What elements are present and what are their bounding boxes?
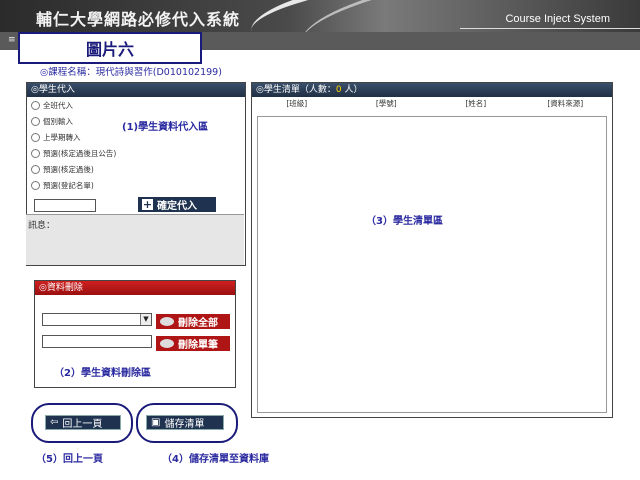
radio-button[interactable] <box>31 116 40 126</box>
delete-select[interactable]: ▼ <box>42 313 152 326</box>
delete-panel-title: ◎資料刪除 <box>35 281 235 295</box>
radio-button[interactable] <box>31 100 40 110</box>
app-title-en: Course Inject System <box>505 13 610 25</box>
arrow-left-icon: ⇦ <box>50 417 59 428</box>
eraser-icon <box>160 339 174 348</box>
delete-one-button[interactable]: 刪除單筆 <box>156 336 230 351</box>
course-name: ◎課程名稱：現代詩與習作(D010102199) <box>40 67 222 78</box>
list-area-annotation: （3）學生清單區 <box>366 216 443 227</box>
column-source: [資料來源] <box>547 99 584 108</box>
message-area <box>26 214 244 265</box>
column-name: [姓名] <box>465 99 487 108</box>
column-class: [班級] <box>286 99 308 108</box>
app-title: 輔仁大學網路必修代入系統 <box>36 10 241 29</box>
delete-area-annotation: （2）學生資料刪除區 <box>54 368 151 379</box>
delete-single-input[interactable] <box>42 335 152 348</box>
delete-all-button[interactable]: 刪除全部 <box>156 314 230 329</box>
list-panel-title: ◎學生清單（人數：0 人） <box>252 83 612 97</box>
plus-icon: + <box>142 198 153 211</box>
save-annotation: （4）儲存清單至資料庫 <box>162 454 269 465</box>
figure-label: 圖片六 <box>18 32 202 64</box>
back-annotation: （5）回上一頁 <box>36 454 103 465</box>
message-label: 訊息： <box>28 221 56 231</box>
inject-option[interactable]: 全班代入 <box>27 97 245 113</box>
chevron-down-icon[interactable]: ▼ <box>140 314 151 325</box>
save-icon: ▣ <box>151 417 161 428</box>
confirm-inject-button[interactable]: + 確定代入 <box>138 197 216 212</box>
header-divider <box>460 28 640 29</box>
inject-option[interactable]: 預選(核定過後) <box>27 161 245 177</box>
menu-icon[interactable]: ≡ <box>8 35 16 45</box>
list-column-headers: [班級] [學號] [姓名] [資料來源] <box>252 98 610 112</box>
inject-option[interactable]: 預選(登記名單) <box>27 177 245 193</box>
radio-button[interactable] <box>31 180 40 190</box>
student-id-input[interactable] <box>34 199 96 212</box>
inject-panel-title: ◎學生代入 <box>27 83 245 97</box>
save-list-button[interactable]: ▣ 儲存清單 <box>146 415 224 430</box>
inject-option[interactable]: 預選(核定過後且公告) <box>27 145 245 161</box>
radio-button[interactable] <box>31 164 40 174</box>
eraser-icon <box>160 317 174 326</box>
radio-button[interactable] <box>31 132 40 142</box>
column-student-id: [學號] <box>375 99 397 108</box>
radio-button[interactable] <box>31 148 40 158</box>
app-header: 輔仁大學網路必修代入系統 Course Inject System <box>0 0 640 32</box>
inject-area-annotation: (1)學生資料代入區 <box>122 122 209 133</box>
student-list-body[interactable] <box>257 116 607 413</box>
back-button[interactable]: ⇦ 回上一頁 <box>45 415 121 430</box>
